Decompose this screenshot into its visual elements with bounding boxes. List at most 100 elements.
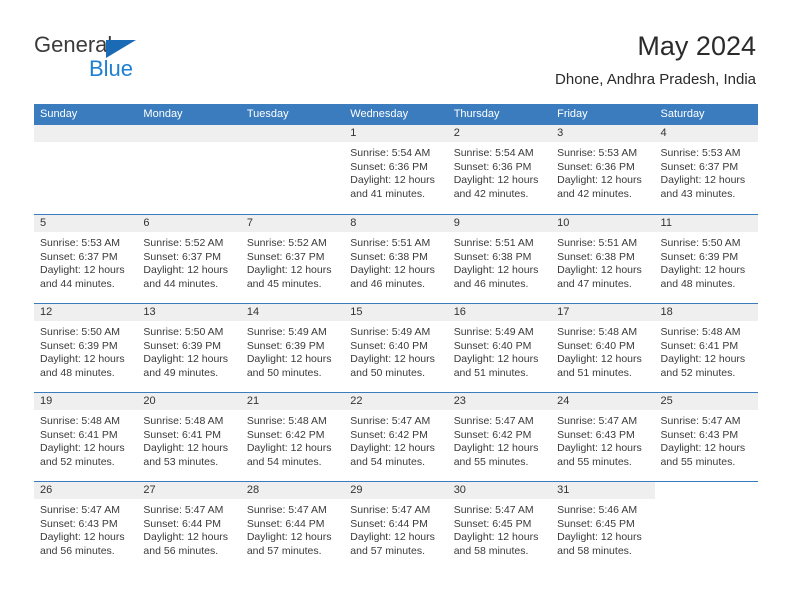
day-info-line: Sunrise: 5:50 AM xyxy=(143,326,224,338)
calendar-day-cell[interactable]: 23 Sunrise: 5:47 AM Sunset: 6:42 PM Dayligh… xyxy=(447,393,552,481)
day-info-line: and 56 minutes. xyxy=(143,544,219,557)
day-info-line: Daylight: 12 hours xyxy=(143,442,229,455)
day-number: 25 xyxy=(654,393,758,410)
day-sun-info: Sunrise: 5:49 AM Sunset: 6:40 PM Daylight:… xyxy=(448,321,551,380)
calendar-day-cell[interactable]: 19 Sunrise: 5:48 AM Sunset: 6:41 PM Dayligh… xyxy=(34,393,138,481)
calendar-day-cell[interactable]: 2 Sunrise: 5:54 AM Sunset: 6:36 PM Daylight… xyxy=(447,125,552,214)
day-number: 3 xyxy=(551,125,655,142)
calendar-day-cell[interactable]: 15 Sunrise: 5:49 AM Sunset: 6:40 PM Dayligh… xyxy=(344,304,448,392)
day-sun-info: Sunrise: 5:51 AM Sunset: 6:38 PM Daylight:… xyxy=(448,232,551,291)
calendar-empty-cell xyxy=(655,482,758,570)
day-info-line: Sunset: 6:45 PM xyxy=(453,517,532,530)
day-info-line: Sunrise: 5:51 AM xyxy=(350,237,431,249)
calendar-day-cell[interactable]: 12 Sunrise: 5:50 AM Sunset: 6:39 PM Dayligh… xyxy=(34,304,138,392)
day-info-line: Daylight: 12 hours xyxy=(557,264,642,277)
day-sun-info: Sunrise: 5:47 AM Sunset: 6:44 PM Daylight:… xyxy=(241,499,344,558)
day-info-line: Daylight: 12 hours xyxy=(453,353,539,366)
calendar-day-cell[interactable]: 7 Sunrise: 5:52 AM Sunset: 6:37 PM Daylight… xyxy=(240,215,345,303)
day-sun-info: Sunrise: 5:49 AM Sunset: 6:40 PM Daylight:… xyxy=(344,321,447,380)
day-info-line: Sunrise: 5:48 AM xyxy=(557,326,638,338)
day-info-line: Sunrise: 5:47 AM xyxy=(246,504,327,516)
title-block: May 2024 Dhone, Andhra Pradesh, India xyxy=(555,30,756,89)
day-info-line: Daylight: 12 hours xyxy=(40,531,125,544)
day-number: 10 xyxy=(551,215,655,232)
weekday-header-tuesday: Tuesday xyxy=(246,108,289,120)
logo-text-general: General xyxy=(34,32,113,57)
day-info-line: and 56 minutes. xyxy=(40,544,115,557)
day-info-line: Daylight: 12 hours xyxy=(660,442,746,455)
day-info-line: Sunrise: 5:53 AM xyxy=(557,147,638,159)
day-info-line: and 48 minutes. xyxy=(40,366,115,379)
page-title: May 2024 xyxy=(637,31,756,61)
calendar-week-row: 12 Sunrise: 5:50 AM Sunset: 6:39 PM Dayligh… xyxy=(34,303,758,392)
calendar-day-cell[interactable]: 21 Sunrise: 5:48 AM Sunset: 6:42 PM Dayligh… xyxy=(240,393,345,481)
calendar-day-cell[interactable]: 4 Sunrise: 5:53 AM Sunset: 6:37 PM Daylight… xyxy=(654,125,758,214)
day-info-line: Daylight: 12 hours xyxy=(557,353,642,366)
day-info-line: Daylight: 12 hours xyxy=(246,531,332,544)
calendar-day-cell[interactable]: 1 Sunrise: 5:54 AM Sunset: 6:36 PM Daylight… xyxy=(344,125,448,214)
day-info-line: and 46 minutes. xyxy=(453,277,529,290)
day-info-line: and 46 minutes. xyxy=(350,277,425,290)
day-info-line: Daylight: 12 hours xyxy=(350,174,435,187)
day-info-line: Sunrise: 5:53 AM xyxy=(660,147,741,159)
calendar-day-cell[interactable]: 26 Sunrise: 5:47 AM Sunset: 6:43 PM Dayligh… xyxy=(34,482,138,570)
day-number xyxy=(240,125,345,142)
day-info-line: Sunrise: 5:47 AM xyxy=(660,415,741,427)
day-info-line: Sunrise: 5:48 AM xyxy=(143,415,224,427)
day-sun-info: Sunrise: 5:50 AM Sunset: 6:39 PM Daylight:… xyxy=(137,321,240,380)
day-info-line: and 55 minutes. xyxy=(660,455,736,468)
day-info-line: and 44 minutes. xyxy=(143,277,219,290)
day-sun-info: Sunrise: 5:47 AM Sunset: 6:44 PM Daylight:… xyxy=(344,499,447,558)
calendar-day-cell[interactable]: 18 Sunrise: 5:48 AM Sunset: 6:41 PM Dayligh… xyxy=(654,304,758,392)
calendar-grid: Sunday Monday Tuesday Wednesday Thursday Frid… xyxy=(34,104,758,570)
calendar-day-cell[interactable]: 3 Sunrise: 5:53 AM Sunset: 6:36 PM Daylight… xyxy=(551,125,655,214)
day-number: 17 xyxy=(551,304,655,321)
calendar-day-cell[interactable]: 10 Sunrise: 5:51 AM Sunset: 6:38 PM Dayligh… xyxy=(551,215,655,303)
general-blue-logo[interactable]: General Blue xyxy=(34,33,274,93)
calendar-day-cell[interactable]: 28 Sunrise: 5:47 AM Sunset: 6:44 PM Dayligh… xyxy=(240,482,345,570)
calendar-day-cell[interactable]: 24 Sunrise: 5:47 AM Sunset: 6:43 PM Dayligh… xyxy=(551,393,655,481)
calendar-day-cell[interactable]: 17 Sunrise: 5:48 AM Sunset: 6:40 PM Dayligh… xyxy=(551,304,655,392)
calendar-day-cell[interactable]: 22 Sunrise: 5:47 AM Sunset: 6:42 PM Dayligh… xyxy=(344,393,448,481)
day-info-line: Daylight: 12 hours xyxy=(40,442,125,455)
day-sun-info: Sunrise: 5:47 AM Sunset: 6:42 PM Daylight:… xyxy=(344,410,447,469)
day-info-line: Daylight: 12 hours xyxy=(143,531,229,544)
day-number xyxy=(137,125,241,142)
calendar-empty-cell xyxy=(240,125,345,214)
calendar-day-cell[interactable]: 30 Sunrise: 5:47 AM Sunset: 6:45 PM Dayligh… xyxy=(447,482,552,570)
page-header: General Blue May 2024 Dhone, Andhra Prad… xyxy=(0,0,792,104)
calendar-week-row: 19 Sunrise: 5:48 AM Sunset: 6:41 PM Dayligh… xyxy=(34,392,758,481)
calendar-day-cell[interactable]: 8 Sunrise: 5:51 AM Sunset: 6:38 PM Daylight… xyxy=(344,215,448,303)
day-info-line: Daylight: 12 hours xyxy=(40,353,125,366)
day-info-line: and 44 minutes. xyxy=(40,277,115,290)
calendar-day-cell[interactable]: 16 Sunrise: 5:49 AM Sunset: 6:40 PM Dayligh… xyxy=(447,304,552,392)
day-info-line: Daylight: 12 hours xyxy=(246,264,332,277)
day-info-line: Daylight: 12 hours xyxy=(453,264,539,277)
day-number: 27 xyxy=(137,482,241,499)
day-sun-info: Sunrise: 5:52 AM Sunset: 6:37 PM Daylight:… xyxy=(241,232,344,291)
day-info-line: Daylight: 12 hours xyxy=(40,264,125,277)
calendar-day-cell[interactable]: 11 Sunrise: 5:50 AM Sunset: 6:39 PM Dayligh… xyxy=(654,215,758,303)
day-info-line: and 48 minutes. xyxy=(660,277,736,290)
day-sun-info: Sunrise: 5:48 AM Sunset: 6:41 PM Daylight:… xyxy=(137,410,240,469)
day-info-line: Sunrise: 5:51 AM xyxy=(453,237,534,249)
day-sun-info: Sunrise: 5:47 AM Sunset: 6:44 PM Daylight:… xyxy=(137,499,240,558)
day-info-line: Sunset: 6:37 PM xyxy=(246,250,325,263)
calendar-day-cell[interactable]: 9 Sunrise: 5:51 AM Sunset: 6:38 PM Daylight… xyxy=(447,215,552,303)
calendar-page: General Blue May 2024 Dhone, Andhra Prad… xyxy=(0,0,792,612)
calendar-day-cell[interactable]: 13 Sunrise: 5:50 AM Sunset: 6:39 PM Dayligh… xyxy=(137,304,241,392)
location-subtitle: Dhone, Andhra Pradesh, India xyxy=(555,71,756,88)
calendar-day-cell[interactable]: 6 Sunrise: 5:52 AM Sunset: 6:37 PM Daylight… xyxy=(137,215,241,303)
calendar-day-cell[interactable]: 20 Sunrise: 5:48 AM Sunset: 6:41 PM Dayligh… xyxy=(137,393,241,481)
day-sun-info: Sunrise: 5:51 AM Sunset: 6:38 PM Daylight:… xyxy=(344,232,447,291)
calendar-day-cell[interactable]: 14 Sunrise: 5:49 AM Sunset: 6:39 PM Dayligh… xyxy=(240,304,345,392)
calendar-day-cell[interactable]: 27 Sunrise: 5:47 AM Sunset: 6:44 PM Dayligh… xyxy=(137,482,241,570)
calendar-day-cell[interactable]: 29 Sunrise: 5:47 AM Sunset: 6:44 PM Dayligh… xyxy=(344,482,448,570)
day-number: 13 xyxy=(137,304,241,321)
day-sun-info: Sunrise: 5:49 AM Sunset: 6:39 PM Daylight:… xyxy=(241,321,344,380)
calendar-day-cell[interactable]: 31 Sunrise: 5:46 AM Sunset: 6:45 PM Dayligh… xyxy=(551,482,655,570)
calendar-day-cell[interactable]: 5 Sunrise: 5:53 AM Sunset: 6:37 PM Daylight… xyxy=(34,215,138,303)
calendar-day-cell[interactable]: 25 Sunrise: 5:47 AM Sunset: 6:43 PM Dayligh… xyxy=(654,393,758,481)
day-number: 12 xyxy=(34,304,138,321)
day-info-line: and 42 minutes. xyxy=(453,187,529,200)
